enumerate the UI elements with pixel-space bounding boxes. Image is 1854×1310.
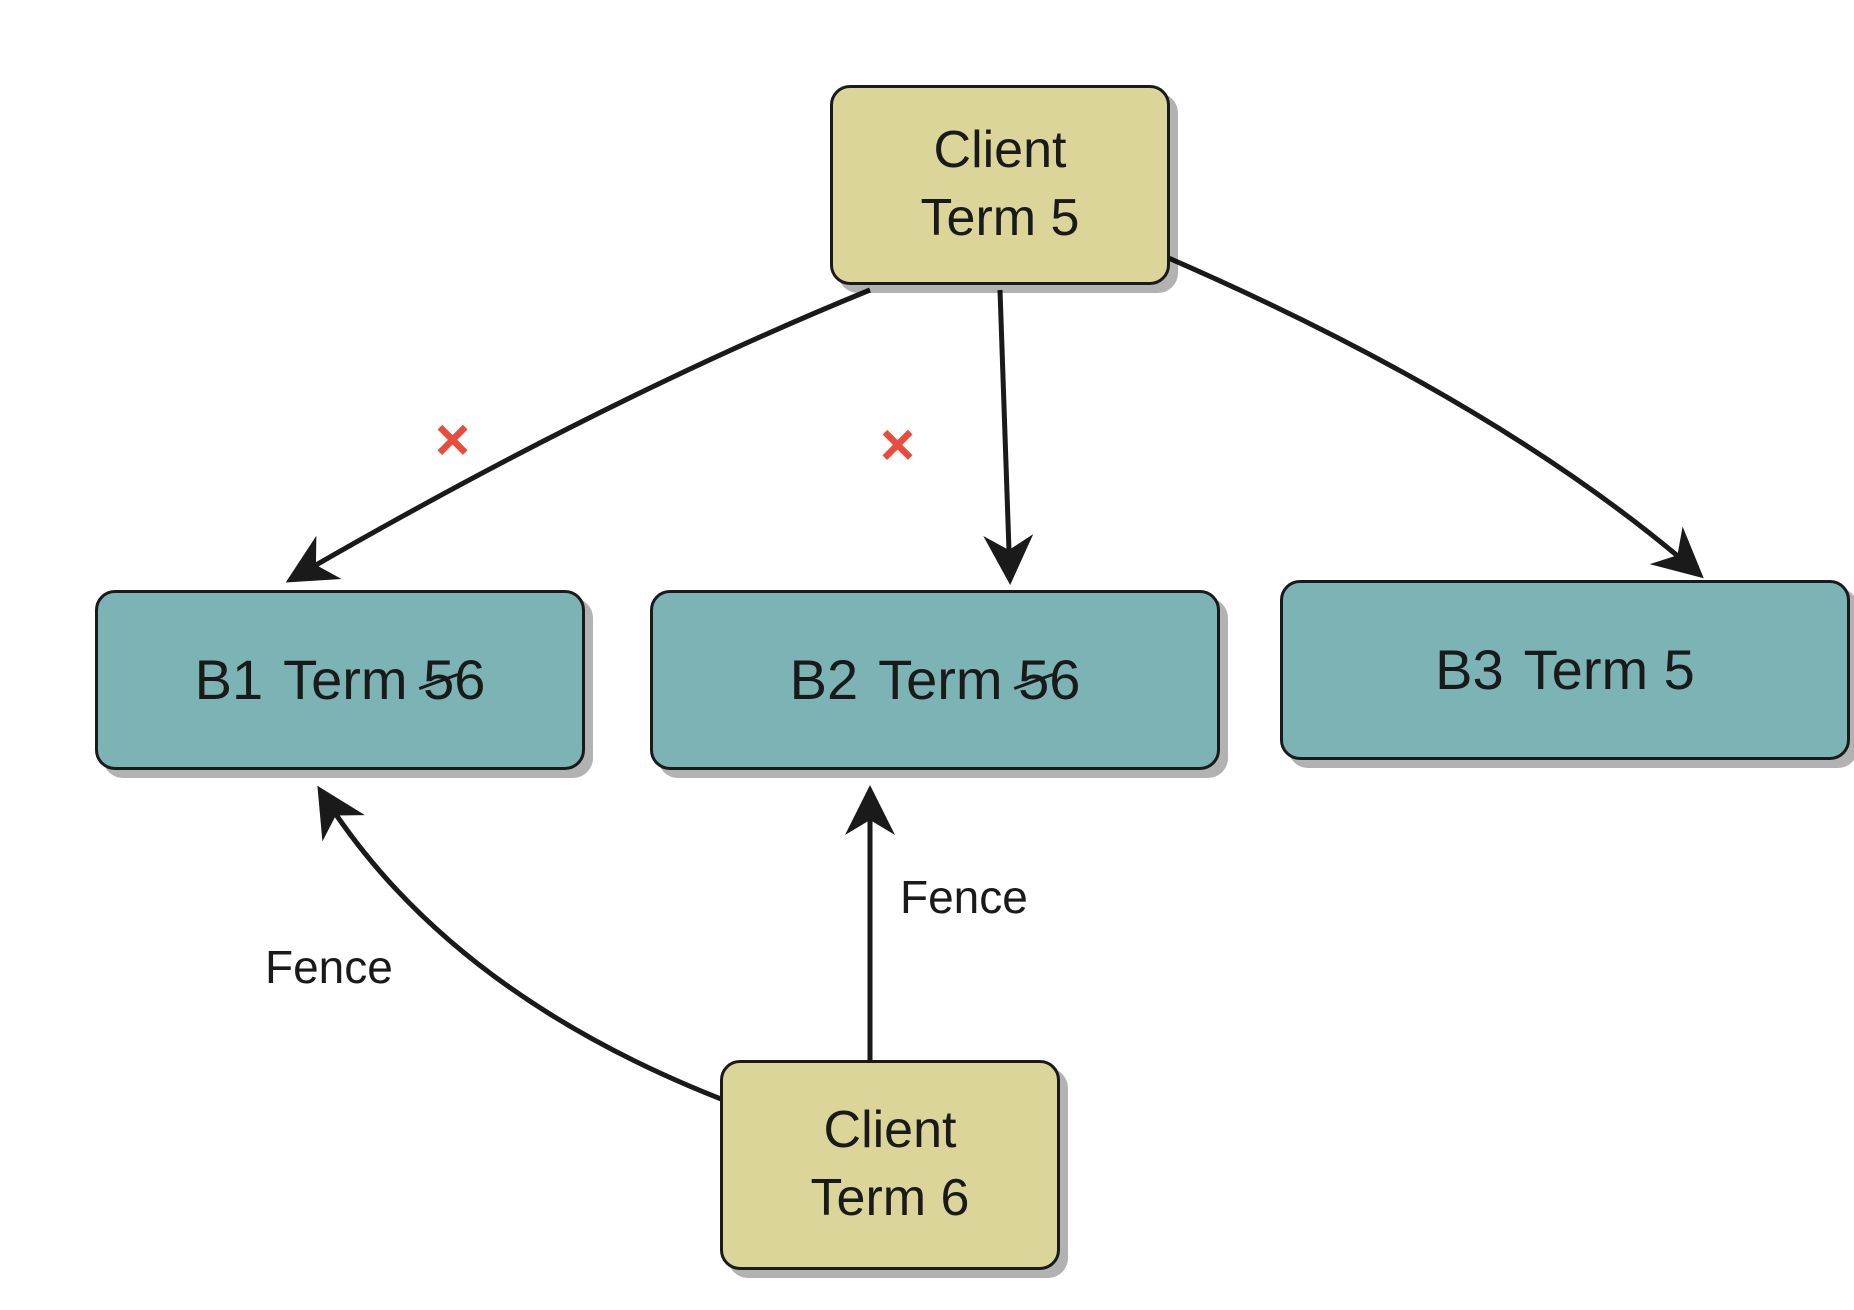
b1-struck: 5 xyxy=(423,644,454,717)
label-fence-2: Fence xyxy=(900,870,1028,924)
node-client-term5: Client Term 5 xyxy=(830,85,1170,285)
diagram-container: Client Term 5 B1 Term 56 B2 Term 56 B3 T… xyxy=(0,0,1854,1310)
b3-id: B3 xyxy=(1435,634,1504,707)
arrow-client-top-to-b1 xyxy=(290,290,870,580)
cross-mark-2: × xyxy=(880,410,915,479)
client-bottom-line2: Term 6 xyxy=(811,1165,970,1233)
arrow-client-top-to-b3 xyxy=(1150,250,1700,575)
b2-struck: 5 xyxy=(1018,644,1049,717)
cross-mark-1: × xyxy=(435,405,470,474)
node-b2: B2 Term 56 xyxy=(650,590,1220,770)
node-b3: B3 Term 5 xyxy=(1280,580,1850,760)
b1-term: Term 56 xyxy=(283,644,485,717)
b1-id: B1 xyxy=(195,644,264,717)
node-client-term6: Client Term 6 xyxy=(720,1060,1060,1270)
client-top-line1: Client xyxy=(934,117,1067,185)
b3-term: Term 5 xyxy=(1524,634,1695,707)
b2-term: Term 56 xyxy=(878,644,1080,717)
client-bottom-line1: Client xyxy=(824,1097,957,1165)
node-b1: B1 Term 56 xyxy=(95,590,585,770)
b2-id: B2 xyxy=(790,644,859,717)
client-top-line2: Term 5 xyxy=(921,185,1080,253)
arrow-client-top-to-b2 xyxy=(1000,290,1010,580)
label-fence-1: Fence xyxy=(265,940,393,994)
